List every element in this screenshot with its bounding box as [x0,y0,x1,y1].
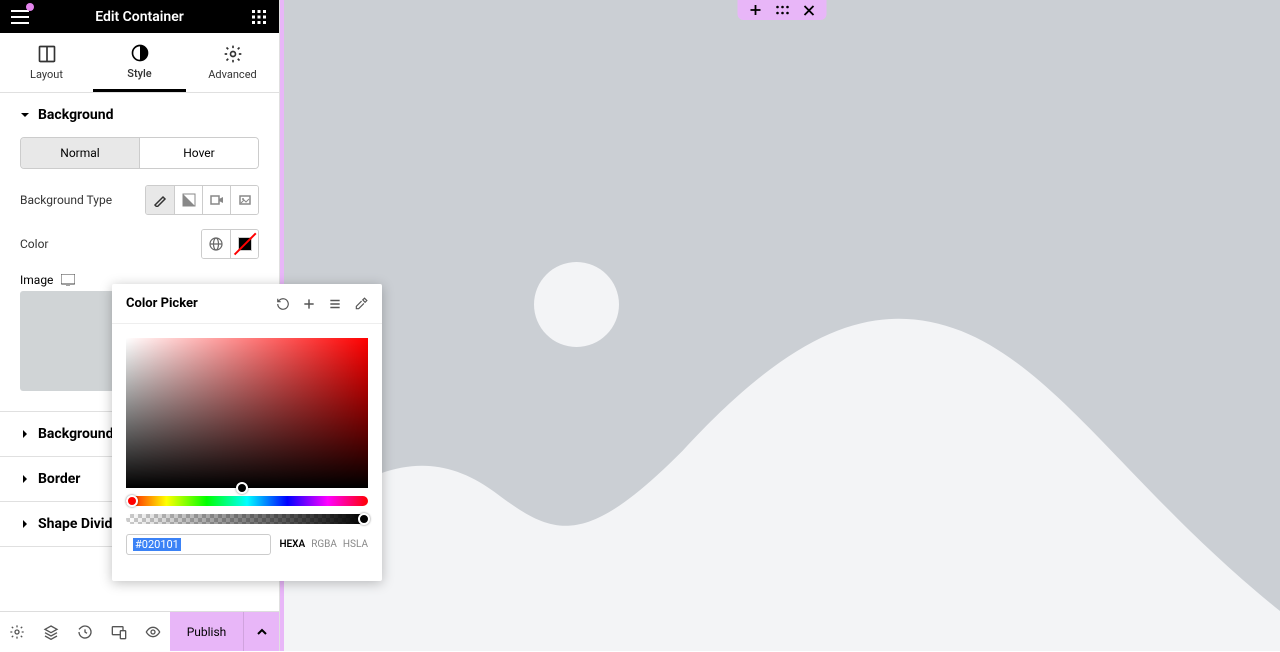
alpha-slider[interactable] [126,514,368,524]
color-reset-button[interactable] [276,297,290,311]
layers-icon [43,624,59,640]
tab-style-label: Style [127,67,151,80]
color-label: Color [20,237,48,251]
settings-button[interactable] [0,612,34,652]
saturation-handle[interactable] [236,482,248,494]
image-upload-area[interactable] [20,291,120,391]
delete-element-button[interactable] [804,5,815,16]
bg-type-gradient[interactable] [174,186,202,214]
bg-type-slideshow[interactable] [230,186,258,214]
editor-canvas[interactable] [280,0,1280,651]
container-controls [738,0,827,20]
caret-right-icon [20,429,30,439]
style-icon [130,43,150,63]
color-picker-header: Color Picker [112,284,382,324]
section-background-title: Background [38,107,113,123]
color-add-button[interactable] [302,297,316,311]
sidebar-footer: Publish [0,611,279,651]
gradient-icon [182,193,196,207]
plus-icon [302,297,316,311]
image-label: Image [20,273,53,287]
bg-type-video[interactable] [202,186,230,214]
caret-right-icon [20,474,30,484]
undo-icon [276,297,290,311]
plus-icon [750,4,762,16]
tab-style[interactable]: Style [93,33,186,92]
color-format-options: HEXA RGBA HSLA [279,539,368,550]
tab-layout[interactable]: Layout [0,33,93,92]
tab-advanced-label: Advanced [208,68,256,81]
slideshow-icon [238,193,252,207]
format-hsla[interactable]: HSLA [343,539,368,550]
color-picker-body: #020101 HEXA RGBA HSLA [112,324,382,569]
close-icon [804,5,815,16]
background-type-row: Background Type [20,185,259,215]
eyedropper-button[interactable] [354,297,368,311]
color-input-row: #020101 HEXA RGBA HSLA [126,534,368,555]
drag-handle[interactable] [776,5,790,15]
grid-icon [252,10,266,24]
apps-button[interactable] [247,5,271,29]
state-tabs: Normal Hover [20,137,259,169]
color-swatch-icon [238,237,252,251]
hex-input-value: #020101 [133,538,181,551]
saturation-area[interactable] [126,338,368,488]
state-tab-hover[interactable]: Hover [139,138,258,168]
history-icon [77,624,93,640]
placeholder-circle-icon [534,262,619,347]
notification-dot-icon [26,3,34,11]
hex-input[interactable]: #020101 [126,534,271,555]
publish-label: Publish [187,625,227,639]
hue-handle[interactable] [126,495,138,507]
global-color-button[interactable] [202,230,230,258]
placeholder-wave-icon [284,171,1280,651]
chevron-up-icon [256,626,268,638]
layout-icon [37,44,57,64]
video-icon [210,193,224,207]
color-row: Color [20,229,259,259]
responsive-button[interactable] [102,612,136,652]
eyedropper-icon [354,297,368,311]
alpha-handle[interactable] [358,513,370,525]
publish-options-button[interactable] [243,612,279,651]
menu-button[interactable] [8,5,32,29]
caret-right-icon [20,519,30,529]
globe-icon [209,237,223,251]
color-picker-popover: Color Picker [112,284,382,581]
preview-button[interactable] [136,612,170,652]
gear-icon [223,44,243,64]
hamburger-icon [11,10,29,24]
format-hexa[interactable]: HEXA [279,539,305,550]
brush-icon [153,193,167,207]
section-background-header[interactable]: Background [0,93,279,137]
gear-icon [9,624,25,640]
bg-type-classic[interactable] [146,186,174,214]
publish-button[interactable]: Publish [170,612,243,651]
tab-advanced[interactable]: Advanced [186,33,279,92]
list-icon [328,297,342,311]
add-element-button[interactable] [750,4,762,16]
eye-icon [145,624,161,640]
section-border-title: Border [38,471,80,487]
devices-icon [111,624,127,640]
navigator-button[interactable] [34,612,68,652]
tab-layout-label: Layout [30,68,63,81]
drag-icon [776,5,790,15]
responsive-icon[interactable] [61,274,75,286]
sidebar-header: Edit Container [0,0,279,33]
panel-title: Edit Container [32,9,247,25]
caret-down-icon [20,110,30,120]
background-type-group [145,185,259,215]
color-swatch-button[interactable] [230,230,258,258]
panel-tabs: Layout Style Advanced [0,33,279,93]
color-library-button[interactable] [328,297,342,311]
history-button[interactable] [68,612,102,652]
color-control-group [201,229,259,259]
editor-sidebar: Edit Container Layout Style Advanced [0,0,280,651]
state-tab-normal[interactable]: Normal [21,138,139,168]
background-type-label: Background Type [20,193,112,207]
color-picker-title: Color Picker [126,296,276,311]
format-rgba[interactable]: RGBA [311,539,337,550]
hue-slider[interactable] [126,496,368,506]
